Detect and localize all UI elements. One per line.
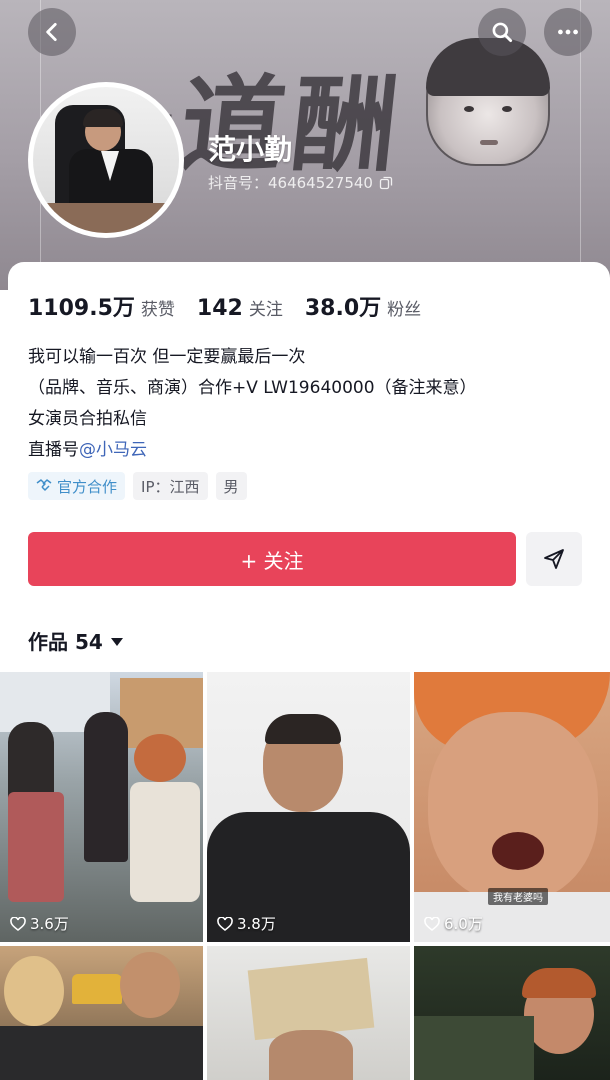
profile-bio: 我可以输一百次 但一定要赢最后一次 （品牌、音乐、商演）合作+V LW19640… [28,342,477,466]
heart-outline-icon [424,916,440,931]
profile-name: 范小勤 [208,133,293,166]
bio-live-prefix: 直播号 [28,440,79,460]
video-likes-count: 3.6万 [30,915,69,933]
video-subtitle: 我有老婆吗 [488,888,548,905]
official-partner-tag[interactable]: 官方合作 [28,472,126,500]
banner-portrait [426,38,550,166]
avatar[interactable] [28,82,184,238]
copy-icon[interactable] [379,176,393,190]
avatar-image [33,87,179,233]
works-tab[interactable]: 作品 54 [28,626,123,655]
stat-value: 1109.5万 [28,296,135,321]
send-icon [544,549,564,569]
video-likes: 6.0万 [424,913,483,934]
video-likes-count: 3.8万 [237,915,276,933]
stat-likes[interactable]: 1109.5万 获赞 [28,290,175,322]
video-thumbnail[interactable] [207,946,410,1080]
bio-line: （品牌、音乐、商演）合作+V LW19640000（备注来意） [28,378,477,398]
video-thumbnail[interactable]: 3.6万 [0,672,203,942]
search-icon [492,22,513,43]
stat-label: 关注 [248,300,283,320]
douyin-id: 抖音号：46464527540 [208,172,393,193]
video-thumbnail[interactable] [0,946,203,1080]
caret-down-icon [110,638,123,646]
bio-line: 直播号@小马云 [28,435,477,466]
send-message-button[interactable] [526,532,582,586]
gender-tag: 男 [215,472,247,500]
live-account-link[interactable]: @小马云 [79,440,147,460]
video-thumbnail[interactable]: 我有老婆吗 6.0万 [414,672,610,942]
ip-location-tag: IP：江西 [133,472,208,500]
video-likes: 3.8万 [217,913,276,934]
follow-button[interactable]: + 关注 [28,532,516,586]
heart-outline-icon [10,916,26,931]
stat-value: 38.0万 [304,296,382,321]
back-button[interactable] [28,8,76,56]
video-thumbnail[interactable]: 3.8万 [207,672,410,942]
stat-label: 获赞 [140,300,175,320]
video-likes: 3.6万 [10,913,69,934]
search-button[interactable] [478,8,526,56]
profile-tags: 官方合作 IP：江西 男 [28,472,247,500]
douyin-id-text: 抖音号：46464527540 [208,174,373,192]
video-thumbnail[interactable] [414,946,610,1080]
stat-following[interactable]: 142 关注 [197,295,283,321]
official-partner-label: 官方合作 [57,477,118,496]
heart-outline-icon [217,916,233,931]
video-likes-count: 6.0万 [444,915,483,933]
works-label: 作品 54 [28,630,103,654]
stat-followers[interactable]: 38.0万 粉丝 [305,290,421,322]
bio-line: 女演员合拍私信 [28,409,147,429]
profile-stats: 1109.5万 获赞 142 关注 38.0万 粉丝 [28,290,443,322]
stat-value: 142 [196,296,243,321]
more-icon [558,29,578,35]
stat-label: 粉丝 [387,300,422,320]
chevron-left-icon [46,23,57,41]
bio-line: 我可以输一百次 但一定要赢最后一次 [28,347,306,367]
more-button[interactable] [544,8,592,56]
handshake-icon [36,479,52,491]
follow-label: + 关注 [240,548,304,573]
